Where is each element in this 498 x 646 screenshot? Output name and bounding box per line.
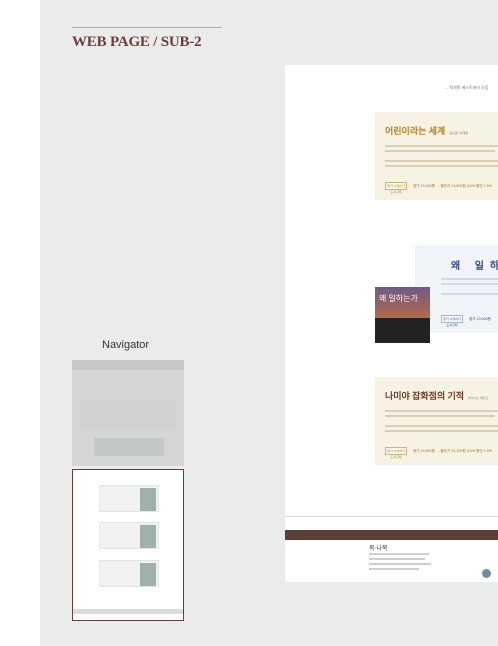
buy-button[interactable]: 읽기 시작하기 도서구매 <box>385 447 407 459</box>
book-author: 김소영 | 사계절 <box>449 131 468 135</box>
footer-text-line <box>369 553 429 555</box>
navigator-viewport[interactable] <box>72 469 184 621</box>
nav-thumb-card <box>99 522 159 549</box>
certification-badge-icon <box>482 569 491 578</box>
page-title: WEB PAGE / SUB-2 <box>72 34 202 50</box>
tagline: ... 북세북 베스트셀러 모음 <box>445 85 489 90</box>
book-price: 정가 15,000원 → 할인가 13,500원 (10% 할인 + 5% <box>413 184 493 188</box>
nav-thumb-block <box>94 438 164 456</box>
nav-thumb-footer <box>73 609 183 614</box>
book-desc-line <box>385 160 498 162</box>
buy-button[interactable]: 읽기 시작하기 도서구매 <box>441 315 463 327</box>
book-desc-line <box>385 145 498 147</box>
footer-text-line <box>369 558 425 560</box>
book-title: 어린이라는 세계 김소영 | 사계절 <box>385 126 468 136</box>
nav-thumb-block <box>80 400 176 430</box>
book-desc-line <box>441 278 498 280</box>
book-price: 정가 13,000원 <box>469 317 491 321</box>
book-price: 정가 14,800원 → 할인가 13,320원 (10% 할인 + 5% <box>413 449 493 453</box>
book-desc-line <box>385 150 495 152</box>
nav-thumb-card <box>99 560 159 587</box>
title-bar: WEB PAGE / SUB-2 <box>72 27 222 51</box>
book-desc-line <box>385 430 498 432</box>
book-desc-line <box>385 415 495 417</box>
book-title: 왜 일하는가 <box>451 261 498 272</box>
cover-title: 왜 일하는가 <box>379 294 418 303</box>
book-desc-line <box>385 425 498 427</box>
book-title: 나미야 잡화점의 기적 히가시노 게이고 <box>385 391 489 401</box>
footer-text-line <box>369 563 431 565</box>
nav-thumb-header <box>72 360 184 370</box>
book-author: 히가시노 게이고 <box>468 396 489 400</box>
footer-logo: 북·나북 <box>369 546 388 552</box>
page-preview: ... 북세북 베스트셀러 모음 어린이라는 세계 김소영 | 사계절 읽기 시작… <box>285 65 498 582</box>
book-desc-line <box>441 293 498 295</box>
nav-thumb-cover <box>140 525 156 548</box>
nav-thumb-cover <box>140 563 156 586</box>
navigator-label: Navigator <box>102 339 150 351</box>
book-card: 나미야 잡화점의 기적 히가시노 게이고 읽기 시작하기 도서구매 정가 14,8… <box>375 377 498 465</box>
book-desc-line <box>385 165 498 167</box>
footer-bar <box>285 530 498 540</box>
book-desc-line <box>441 283 498 285</box>
nav-thumb-card <box>99 485 159 512</box>
buy-button[interactable]: 읽기 시작하기 도서구매 <box>385 182 407 194</box>
footer-nav <box>285 516 498 524</box>
footer-text-line <box>369 568 419 570</box>
book-desc-line <box>385 410 498 412</box>
cover-band <box>375 318 430 343</box>
artboard: WEB PAGE / SUB-2 Navigator ... 북세북 베스트셀러… <box>40 0 498 646</box>
nav-thumb-cover <box>140 488 156 511</box>
book-card: 어린이라는 세계 김소영 | 사계절 읽기 시작하기 도서구매 정가 15,000… <box>375 112 498 200</box>
navigator-thumbnail-wide[interactable] <box>72 360 184 466</box>
